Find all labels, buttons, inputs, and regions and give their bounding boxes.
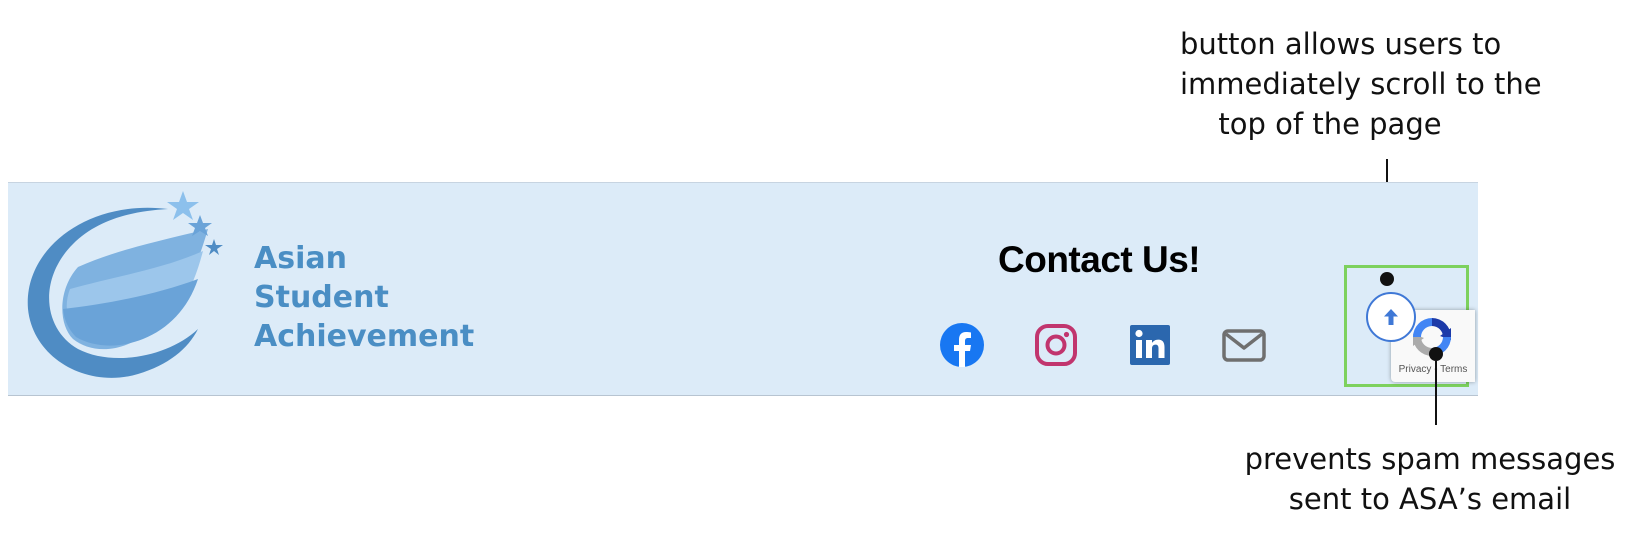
instagram-icon[interactable] xyxy=(1032,321,1080,369)
contact-title: Contact Us! xyxy=(998,239,1201,280)
linkedin-icon[interactable] xyxy=(1126,321,1174,369)
logo-text[interactable]: Asian Student Achievement xyxy=(254,239,474,356)
annotation-line: button allows users to xyxy=(1180,27,1502,61)
logo-line: Achievement xyxy=(254,319,475,354)
leader-line-bottom xyxy=(1435,361,1437,425)
terms-link[interactable]: Terms xyxy=(1440,364,1467,375)
arrow-up-icon xyxy=(1384,309,1398,325)
annotation-line: prevents spam messages xyxy=(1244,442,1616,476)
facebook-icon[interactable] xyxy=(938,321,986,369)
leader-dot-bottom xyxy=(1429,347,1443,361)
mail-icon[interactable] xyxy=(1220,321,1268,369)
privacy-link[interactable]: Privacy xyxy=(1399,364,1432,375)
annotated-screenshot: button allows users to immediately scrol… xyxy=(0,0,1642,536)
annotation-line: sent to ASA’s email xyxy=(1288,482,1572,516)
recaptcha-links: Privacy - Terms xyxy=(1391,364,1475,375)
logo-line: Asian xyxy=(254,241,347,276)
annotation-recaptcha: prevents spam messages sent to ASA’s ema… xyxy=(1220,439,1640,519)
logo-line: Student xyxy=(254,280,389,315)
annotation-line: top of the page xyxy=(1218,107,1442,141)
back-to-top-button[interactable] xyxy=(1366,292,1416,342)
leader-dot-top xyxy=(1380,272,1394,286)
logo-icon xyxy=(27,191,223,378)
annotation-back-to-top: button allows users to immediately scrol… xyxy=(1180,24,1542,144)
site-footer: Asian Student Achievement Contact Us! xyxy=(8,182,1478,396)
annotation-line: immediately scroll to the xyxy=(1180,67,1542,101)
